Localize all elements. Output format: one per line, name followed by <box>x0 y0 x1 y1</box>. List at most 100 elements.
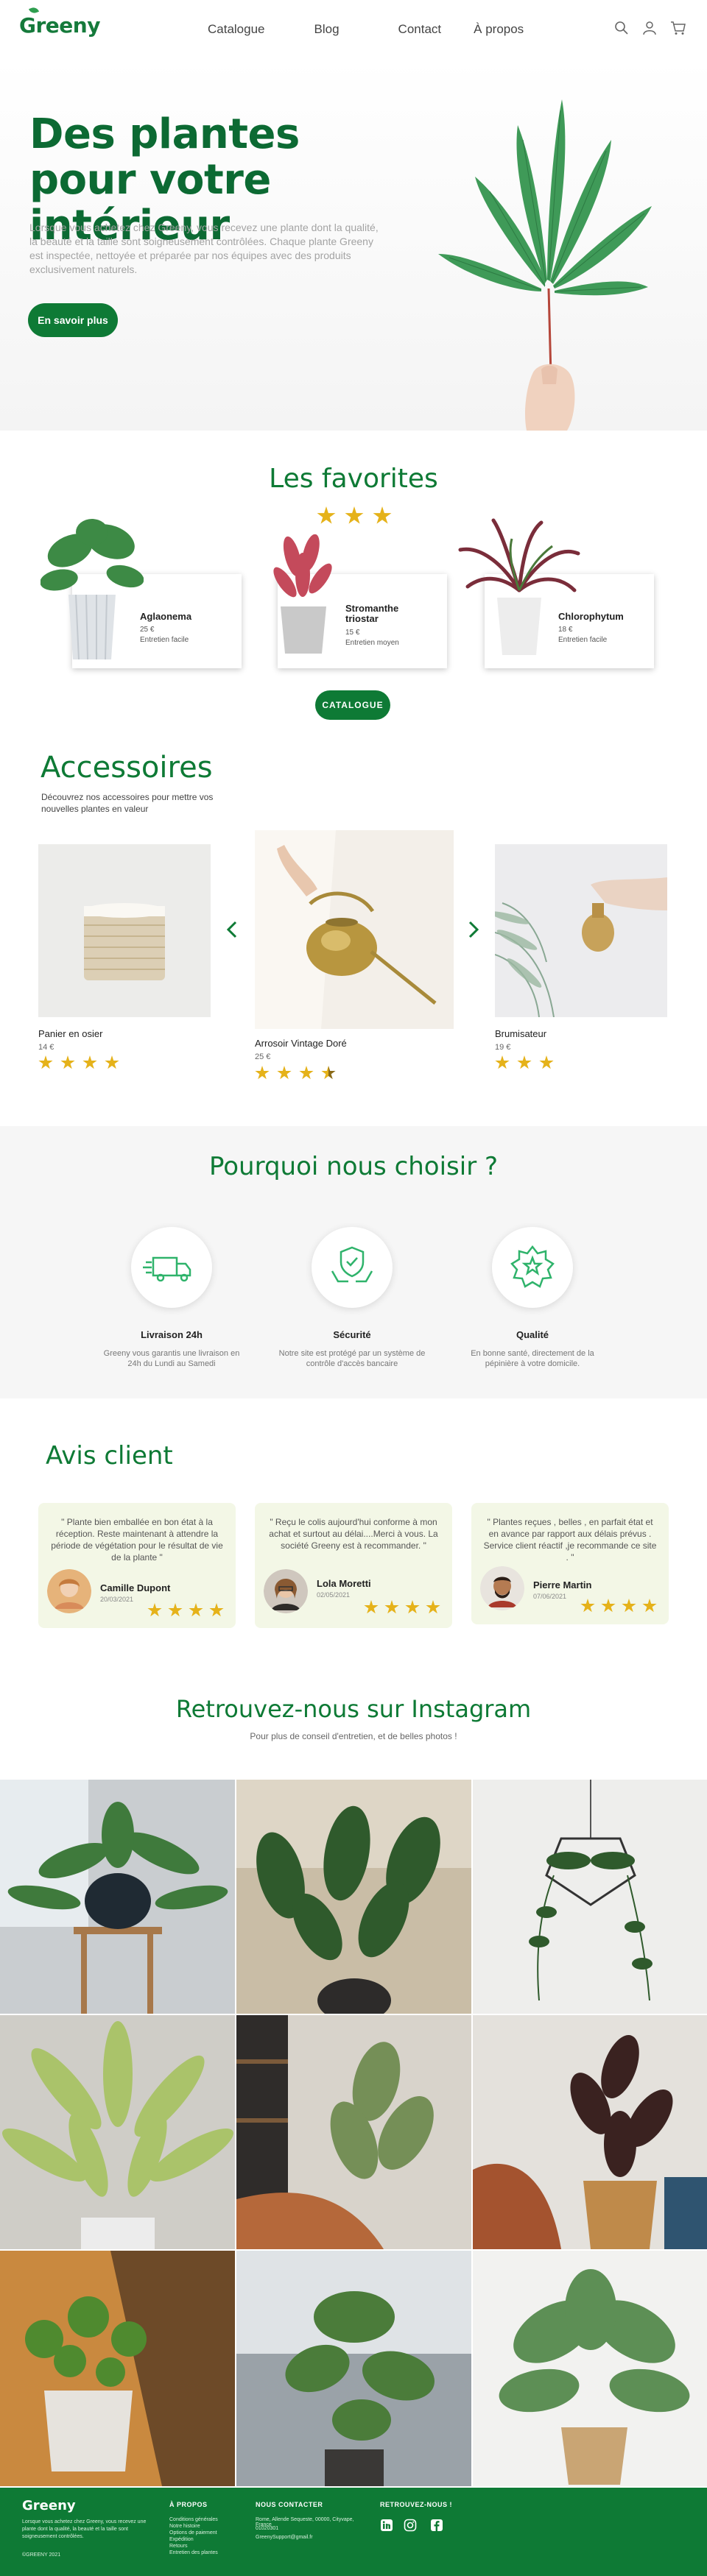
instagram-icon[interactable] <box>404 2519 417 2532</box>
product-care: Entretien facile <box>140 636 189 644</box>
star-icon <box>405 1600 420 1614</box>
star-icon <box>642 1599 657 1613</box>
plant-mister-image[interactable] <box>495 844 667 1017</box>
facebook-icon[interactable] <box>430 2519 443 2532</box>
footer-link[interactable]: Retours <box>169 2544 188 2549</box>
reviewer-name: Pierre Martin <box>533 1579 592 1590</box>
instagram-photo[interactable] <box>236 1780 471 2014</box>
top-navigation: Greeny Catalogue Blog Contact À propos <box>0 0 707 59</box>
product-name: Aglaonema <box>140 611 192 622</box>
star-icon <box>147 1603 162 1617</box>
chevron-left-icon[interactable] <box>223 920 242 939</box>
user-icon[interactable] <box>642 21 657 35</box>
instagram-photo[interactable] <box>236 2015 471 2249</box>
footer-description: Lorsque vous achetez chez Greeny, vous r… <box>22 2519 147 2539</box>
footer-logo[interactable]: Greeny <box>22 2498 76 2513</box>
accessory-name: Panier en osier <box>38 1028 103 1039</box>
instagram-photo[interactable] <box>0 1780 235 2014</box>
footer-contact-phone[interactable]: 01020301 <box>256 2526 278 2531</box>
chevron-right-icon[interactable] <box>463 920 482 939</box>
footer-copyright: ©GREENY 2021 <box>22 2552 61 2558</box>
review-quote: " Reçu le colis aujourd'hui conforme à m… <box>269 1517 438 1551</box>
nav-link-blog[interactable]: Blog <box>314 22 340 37</box>
instagram-photo[interactable] <box>0 2015 235 2249</box>
star-icon <box>580 1599 595 1613</box>
accessory-rating <box>38 1055 119 1070</box>
main-menu: Catalogue Blog Contact À propos <box>208 22 524 37</box>
star-icon <box>539 1055 554 1069</box>
wicker-basket-image[interactable] <box>38 844 211 1017</box>
instagram-photo[interactable] <box>473 2015 707 2249</box>
reviewer-name: Lola Moretti <box>317 1578 371 1589</box>
stromanthe-plant-image <box>273 534 332 654</box>
star-icon <box>601 1599 616 1613</box>
feature-name: Livraison 24h <box>141 1329 203 1340</box>
star-icon <box>495 1055 510 1069</box>
review-card: " Reçu le colis aujourd'hui conforme à m… <box>255 1503 452 1628</box>
cart-icon[interactable] <box>670 21 686 35</box>
star-icon <box>82 1055 97 1069</box>
instagram-photo[interactable] <box>473 1780 707 2014</box>
nav-link-about[interactable]: À propos <box>474 22 524 37</box>
footer-contact-email[interactable]: GreenySupport@gmail.fr <box>256 2535 313 2540</box>
accessory-price: 14 € <box>38 1043 54 1052</box>
golden-watering-can-image[interactable] <box>255 830 454 1029</box>
star-icon <box>426 1600 440 1614</box>
accessory-price: 19 € <box>495 1043 511 1052</box>
star-icon <box>299 1066 314 1080</box>
feature-desc: En bonne santé, directement de la pépini… <box>471 1349 594 1368</box>
review-card: " Plante bien emballée en bon état à la … <box>38 1503 236 1628</box>
nav-link-contact[interactable]: Contact <box>398 22 442 37</box>
instagram-photo[interactable] <box>236 2251 471 2486</box>
accessory-name: Arrosoir Vintage Doré <box>255 1038 347 1049</box>
star-icon <box>364 1600 379 1614</box>
favorites-title: Les favorites <box>269 464 438 494</box>
feature-desc: Notre site est protégé par un système de… <box>278 1349 426 1368</box>
product-name: Stromanthe triostar <box>345 603 399 624</box>
instagram-subtitle: Pour plus de conseil d'entretien, et de … <box>250 1731 457 1741</box>
learn-more-button[interactable]: En savoir plus <box>28 303 118 337</box>
accessories-subtitle: Découvrez nos accessoires pour mettre vo… <box>41 792 214 814</box>
review-date: 02/05/2021 <box>317 1591 351 1599</box>
review-quote: " Plante bien emballée en bon état à la … <box>51 1517 223 1563</box>
nav-link-catalogue[interactable]: Catalogue <box>208 22 265 37</box>
linkedin-icon[interactable] <box>380 2519 393 2532</box>
star-icon <box>384 1600 399 1614</box>
review-date: 07/06/2021 <box>533 1593 567 1600</box>
accessory-price: 25 € <box>255 1052 271 1061</box>
review-rating <box>147 1603 224 1618</box>
instagram-photo[interactable] <box>0 2251 235 2486</box>
footer-link[interactable]: Conditions générales <box>169 2517 218 2522</box>
accessory-name: Brumisateur <box>495 1028 547 1039</box>
instagram-title: Retrouvez-nous sur Instagram <box>175 1695 532 1723</box>
footer-link[interactable]: Expédition <box>169 2537 194 2542</box>
chlorophytum-plant-image <box>458 518 580 655</box>
accessory-rating <box>495 1055 554 1070</box>
catalogue-button[interactable]: CATALOGUE <box>315 690 390 720</box>
reviews-title: Avis client <box>46 1441 173 1471</box>
avatar <box>264 1569 308 1613</box>
avatar <box>480 1566 524 1610</box>
star-icon <box>373 506 392 524</box>
star-icon <box>317 506 336 524</box>
footer-link[interactable]: Notre histoire <box>169 2524 200 2529</box>
footer-social-title: RETROUVEZ-NOUS ! <box>380 2501 452 2508</box>
footer-link[interactable]: Entretien des plantes <box>169 2550 218 2555</box>
why-title: Pourquoi nous choisir ? <box>208 1152 499 1181</box>
greeny-logo[interactable]: Greeny <box>19 6 100 38</box>
star-icon <box>168 1603 183 1617</box>
star-icon <box>209 1603 224 1617</box>
search-icon[interactable] <box>614 21 629 35</box>
instagram-photo[interactable] <box>473 2251 707 2486</box>
accessories-title: Accessoires <box>41 751 213 785</box>
star-icon <box>517 1055 532 1069</box>
star-icon <box>189 1603 203 1617</box>
favorites-rating <box>317 506 392 526</box>
star-icon <box>60 1055 75 1069</box>
feature-name: Sécurité <box>333 1329 371 1340</box>
review-date: 20/03/2021 <box>100 1596 134 1603</box>
footer-link[interactable]: Options de paiement <box>169 2530 217 2536</box>
accessory-rating <box>255 1066 336 1080</box>
star-icon <box>105 1055 119 1069</box>
product-price: 15 € <box>345 629 360 637</box>
